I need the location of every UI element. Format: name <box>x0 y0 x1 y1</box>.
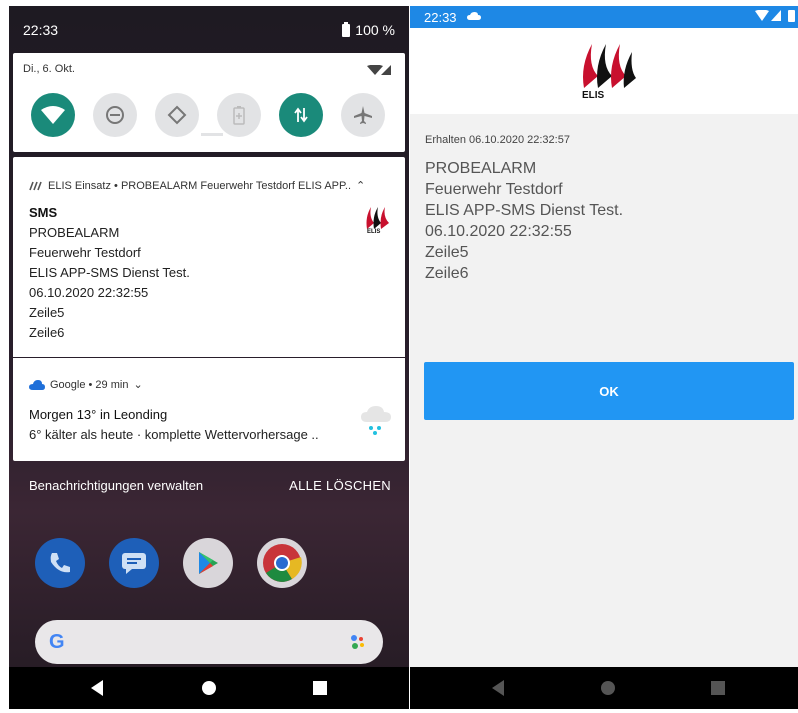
notification-header: Google • 29 min ⌄ <box>29 378 143 391</box>
notification-line: Zeile5 <box>29 305 65 320</box>
message-line: ELIS APP-SMS Dienst Test. <box>425 202 624 219</box>
ok-button[interactable]: OK <box>424 362 794 420</box>
app-header: ELIS <box>410 28 798 114</box>
message-line: Feuerwehr Testdorf <box>425 181 563 198</box>
left-phone-screen: 22:33 100 % Di., 6. Okt. ELIS Einsatz • … <box>9 6 409 709</box>
home-button[interactable] <box>201 679 217 697</box>
dock-chrome[interactable] <box>257 538 307 588</box>
notification-header: ELIS Einsatz • PROBEALARM Feuerwehr Test… <box>29 179 365 192</box>
status-bar: 22:33 100 % <box>9 6 409 52</box>
cloud-notification-icon <box>467 12 481 20</box>
assistant-icon[interactable] <box>349 633 367 651</box>
quick-settings-panel: Di., 6. Okt. <box>13 53 405 152</box>
elis-logo: ELIS <box>365 205 391 237</box>
expand-chevron-icon[interactable]: ⌄ <box>133 378 142 391</box>
navigation-bar <box>410 667 798 709</box>
flame-logo-icon <box>583 44 636 88</box>
navigation-bar <box>9 667 409 709</box>
page-indicator <box>201 133 223 136</box>
logo-text: ELIS <box>582 90 605 101</box>
elis-logo: ELIS <box>580 40 640 104</box>
tile-airplane-mode[interactable] <box>341 93 385 137</box>
notification-elis[interactable]: ELIS Einsatz • PROBEALARM Feuerwehr Test… <box>13 157 405 357</box>
weather-text: 6° kälter als heute · komplette Wettervo… <box>29 427 319 442</box>
wifi-signal-icon <box>755 10 781 21</box>
recents-button[interactable] <box>312 679 328 697</box>
cloud-icon <box>29 379 45 390</box>
received-timestamp: Erhalten 06.10.2020 22:32:57 <box>425 134 570 146</box>
rain-cloud-icon <box>361 406 391 435</box>
message-line: Zeile6 <box>425 265 469 282</box>
elis-small-icon <box>29 181 42 190</box>
message-line: PROBEALARM <box>425 160 537 177</box>
wifi-icon <box>41 106 65 124</box>
wifi-signal-icon <box>367 65 391 75</box>
back-button[interactable] <box>490 679 506 697</box>
notification-header-text: ELIS Einsatz • PROBEALARM Feuerwehr Test… <box>48 179 352 192</box>
airplane-mode-icon <box>354 106 372 124</box>
tile-mobile-data[interactable] <box>279 93 323 137</box>
collapse-chevron-icon[interactable]: ⌃ <box>356 179 365 192</box>
dock-messages[interactable] <box>109 538 159 588</box>
messages-icon <box>122 553 146 574</box>
notification-line: Zeile6 <box>29 325 65 340</box>
notification-line: PROBEALARM <box>29 225 120 240</box>
message-line: 06.10.2020 22:32:55 <box>425 223 572 240</box>
notification-google[interactable]: Google • 29 min ⌄ Morgen 13° in Leonding… <box>13 358 405 461</box>
dock-play-store[interactable] <box>183 538 233 588</box>
weather-title: Morgen 13° in Leonding <box>29 407 168 422</box>
flame-logo-icon <box>366 207 389 229</box>
logo-text: ELIS <box>367 229 381 235</box>
battery-percent: 100 % <box>355 22 395 38</box>
tile-battery-saver[interactable] <box>217 93 261 137</box>
back-button[interactable] <box>89 679 105 697</box>
message-line: Zeile5 <box>425 244 469 261</box>
do-not-disturb-icon <box>106 106 124 124</box>
status-time: 22:33 <box>424 10 457 25</box>
message-body: Erhalten 06.10.2020 22:32:57 PROBEALARM … <box>410 114 798 667</box>
battery-icon <box>788 10 795 22</box>
mobile-data-icon <box>294 107 308 123</box>
google-search-bar[interactable]: G <box>35 620 383 664</box>
tile-auto-rotate[interactable] <box>155 93 199 137</box>
battery-indicator: 100 % <box>342 21 395 38</box>
notification-line: ELIS APP-SMS Dienst Test. <box>29 265 190 280</box>
manage-notifications-link[interactable]: Benachrichtigungen verwalten <box>29 478 203 493</box>
phone-icon <box>50 553 70 573</box>
home-button[interactable] <box>600 679 616 697</box>
battery-saver-icon <box>233 106 245 125</box>
right-phone-screen: 22:33 ELIS Erhalten 06.10.2020 22:32:57 … <box>410 6 798 709</box>
dock-phone[interactable] <box>35 538 85 588</box>
google-g-icon: G <box>49 631 65 653</box>
notification-title: SMS <box>29 205 58 220</box>
signal-icons <box>367 65 393 76</box>
notification-header-text: Google • 29 min <box>50 378 129 391</box>
clear-all-button[interactable]: ALLE LÖSCHEN <box>289 478 391 493</box>
play-store-icon <box>199 552 218 574</box>
recents-button[interactable] <box>710 679 726 697</box>
quick-settings-date: Di., 6. Okt. <box>23 63 75 75</box>
notification-line: 06.10.2020 22:32:55 <box>29 285 149 300</box>
battery-icon <box>342 21 351 37</box>
status-time: 22:33 <box>23 22 59 38</box>
chrome-icon <box>263 544 302 582</box>
notification-line: Feuerwehr Testdorf <box>29 245 141 260</box>
tile-wifi[interactable] <box>31 93 75 137</box>
signal-icons <box>755 10 795 22</box>
tile-do-not-disturb[interactable] <box>93 93 137 137</box>
status-bar: 22:33 <box>410 6 798 28</box>
auto-rotate-icon <box>167 105 187 125</box>
